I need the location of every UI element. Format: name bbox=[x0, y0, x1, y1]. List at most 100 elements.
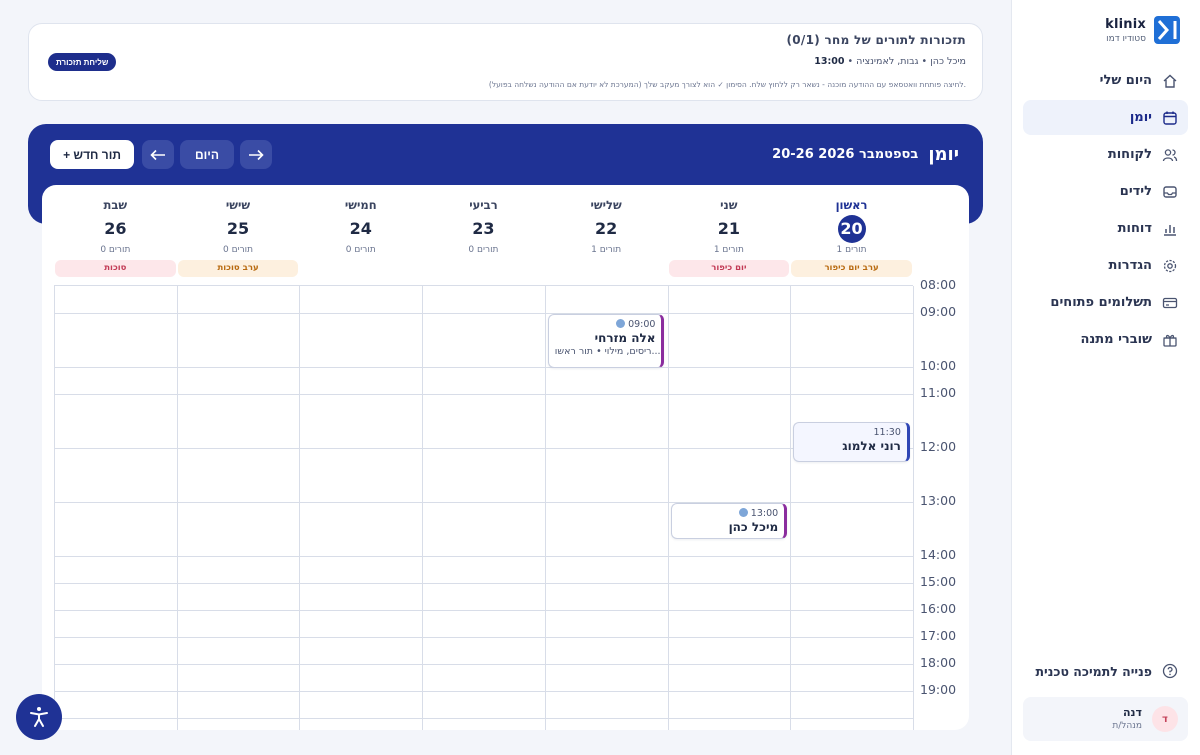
day-name: שישי bbox=[225, 198, 251, 212]
sidebar-item-label: שוברי מתנה bbox=[1080, 332, 1152, 347]
day-number: 24 bbox=[349, 219, 372, 238]
day-header[interactable]: ראשון 20 1 תורים bbox=[790, 197, 913, 259]
hour-divider bbox=[54, 367, 913, 368]
day-header[interactable]: שבת 26 0 תורים bbox=[54, 197, 177, 259]
appointment-time: 13:00 bbox=[678, 508, 779, 519]
gift-icon bbox=[1163, 334, 1177, 347]
sidebar-item-gift[interactable]: שוברי מתנה bbox=[1023, 322, 1188, 357]
hour-divider bbox=[54, 394, 913, 395]
accessibility-button[interactable] bbox=[16, 694, 62, 740]
sidebar-item-label: הגדרות bbox=[1108, 258, 1152, 273]
calendar-title-group: יומן 20-26 בספטמבר 2026 bbox=[772, 144, 959, 165]
brand-subtitle: סטודיו דמו bbox=[1106, 34, 1146, 44]
sidebar-item-inbox[interactable]: לידים bbox=[1023, 174, 1188, 209]
appointment-client: רוני אלמוג bbox=[842, 439, 901, 453]
prev-week-button[interactable] bbox=[142, 140, 174, 169]
hour-divider bbox=[54, 502, 913, 503]
sidebar-item-label: דוחות bbox=[1117, 221, 1152, 236]
calendar-icon bbox=[1163, 111, 1177, 125]
day-name: ראשון bbox=[835, 198, 868, 212]
brand-name: klinix bbox=[1105, 17, 1146, 32]
appointment-time-value: 13:00 bbox=[750, 508, 779, 519]
day-number: 23 bbox=[472, 219, 495, 238]
sidebar-item-label: לקוחות bbox=[1107, 147, 1152, 162]
hour-divider bbox=[54, 664, 913, 665]
reminder-note: לחיצה פותחת וואטסאפ עם ההודעה מוכנה - נש… bbox=[488, 80, 966, 89]
hour-divider bbox=[54, 691, 913, 692]
day-number: 25 bbox=[226, 219, 250, 238]
day-name: שלישי bbox=[590, 198, 622, 212]
send-reminder-button[interactable]: שליחת תזכורת bbox=[48, 53, 117, 71]
appointment-count: 1 תורים bbox=[713, 245, 744, 255]
day-name: שבת bbox=[103, 198, 128, 212]
status-dot-icon bbox=[616, 319, 626, 328]
sidebar-item-gear[interactable]: הגדרות bbox=[1023, 248, 1188, 283]
inbox-icon bbox=[1163, 185, 1177, 198]
hour-divider bbox=[54, 610, 913, 611]
hour-label: 12:00 bbox=[920, 439, 957, 454]
day-number: 26 bbox=[104, 219, 127, 238]
hour-label: 10:00 bbox=[920, 358, 957, 373]
sidebar-item-label: תשלומים פתוחים bbox=[1050, 295, 1152, 310]
appointment-card[interactable]: 13:00 מיכל כהן bbox=[670, 503, 788, 539]
help-icon bbox=[1162, 663, 1178, 679]
holiday-badge: ערב סוכות bbox=[177, 260, 299, 277]
support-link[interactable]: פנייה לתמיכה טכנית bbox=[1023, 654, 1188, 688]
day-name: חמישי bbox=[344, 198, 377, 212]
day-number: 20 bbox=[837, 215, 866, 243]
user-profile[interactable]: ד דנה מנהל/ת bbox=[1023, 697, 1188, 741]
brand-logo[interactable]: klinix סטודיו דמו bbox=[1100, 16, 1180, 48]
week-calendar: 09:00 אלה מזרחי ריסים, מילוי • תור ראשו...… bbox=[42, 185, 969, 730]
holiday-badge: סוכות bbox=[55, 260, 176, 277]
today-button[interactable]: היום bbox=[180, 140, 234, 169]
day-name: שני bbox=[720, 198, 738, 212]
day-header[interactable]: שני 21 1 תורים bbox=[668, 197, 791, 259]
day-header[interactable]: חמישי 24 0 תורים bbox=[299, 197, 422, 259]
appointment-count: 0 תורים bbox=[223, 245, 254, 255]
new-appointment-button[interactable]: + תור חדש bbox=[50, 140, 134, 169]
users-icon bbox=[1162, 148, 1178, 161]
day-header[interactable]: שלישי 22 1 תורים bbox=[545, 197, 668, 259]
column-divider bbox=[913, 286, 914, 730]
appointment-time: 11:30 bbox=[800, 427, 900, 438]
reminder-item: 13:00 • מיכל כהן • גבות, לאמינציה bbox=[814, 56, 966, 67]
hour-label: 14:00 bbox=[920, 547, 957, 562]
user-role: מנהל/ת bbox=[1112, 721, 1142, 731]
avatar: ד bbox=[1152, 706, 1178, 732]
appointment-client: מיכל כהן bbox=[728, 520, 779, 534]
appointment-count: 0 תורים bbox=[345, 245, 376, 255]
hour-label: 16:00 bbox=[920, 601, 957, 616]
hour-divider bbox=[54, 313, 913, 314]
reminders-card: תזכורות לתורים של מחר (0/1) 13:00 • מיכל… bbox=[28, 23, 983, 101]
appointment-card[interactable]: 11:30 רוני אלמוג bbox=[793, 422, 910, 462]
holiday-badge: יום כיפור bbox=[668, 260, 790, 277]
day-header[interactable]: שישי 25 0 תורים bbox=[177, 197, 300, 259]
day-header[interactable]: רביעי 23 0 תורים bbox=[422, 197, 545, 259]
hour-label: 18:00 bbox=[920, 655, 957, 670]
reminder-details: • מיכל כהן • גבות, לאמינציה bbox=[844, 56, 967, 67]
appointment-count: 1 תורים bbox=[591, 245, 622, 255]
credit-card-icon bbox=[1162, 297, 1178, 308]
home-icon bbox=[1163, 74, 1177, 88]
sidebar-item-home[interactable]: היום שלי bbox=[1023, 63, 1188, 98]
arrow-right-icon bbox=[249, 149, 264, 160]
sidebar-item-label: היום שלי bbox=[1099, 73, 1152, 88]
sidebar-item-bar-chart[interactable]: דוחות bbox=[1023, 211, 1188, 246]
appointment-client: אלה מזרחי bbox=[594, 331, 656, 345]
klinix-logo-icon bbox=[1154, 16, 1180, 44]
reminders-title: תזכורות לתורים של מחר (0/1) bbox=[786, 33, 966, 47]
next-week-button[interactable] bbox=[240, 140, 272, 169]
time-grid: 09:00 אלה מזרחי ריסים, מילוי • תור ראשו...… bbox=[54, 277, 969, 730]
hour-label: 17:00 bbox=[920, 628, 957, 643]
hour-label: 11:00 bbox=[920, 385, 957, 400]
sidebar-item-users[interactable]: לקוחות bbox=[1023, 137, 1188, 172]
sidebar-nav: היום שלי יומן לקוחות לידים דוחות הגדרות תשלומי… bbox=[1023, 63, 1188, 359]
appointment-card[interactable]: 09:00 אלה מזרחי ריסים, מילוי • תור ראשו... bbox=[547, 314, 665, 368]
hour-label: 09:00 bbox=[920, 304, 957, 319]
grid-body[interactable]: 09:00 אלה מזרחי ריסים, מילוי • תור ראשו...… bbox=[54, 285, 914, 730]
day-name: רביעי bbox=[469, 198, 498, 212]
sidebar: klinix סטודיו דמו היום שלי יומן לקוחות לידי… bbox=[1011, 0, 1200, 755]
sidebar-item-calendar[interactable]: יומן bbox=[1023, 100, 1188, 135]
sidebar-item-credit-card[interactable]: תשלומים פתוחים bbox=[1023, 285, 1188, 320]
appointment-time-value: 09:00 bbox=[628, 319, 656, 330]
